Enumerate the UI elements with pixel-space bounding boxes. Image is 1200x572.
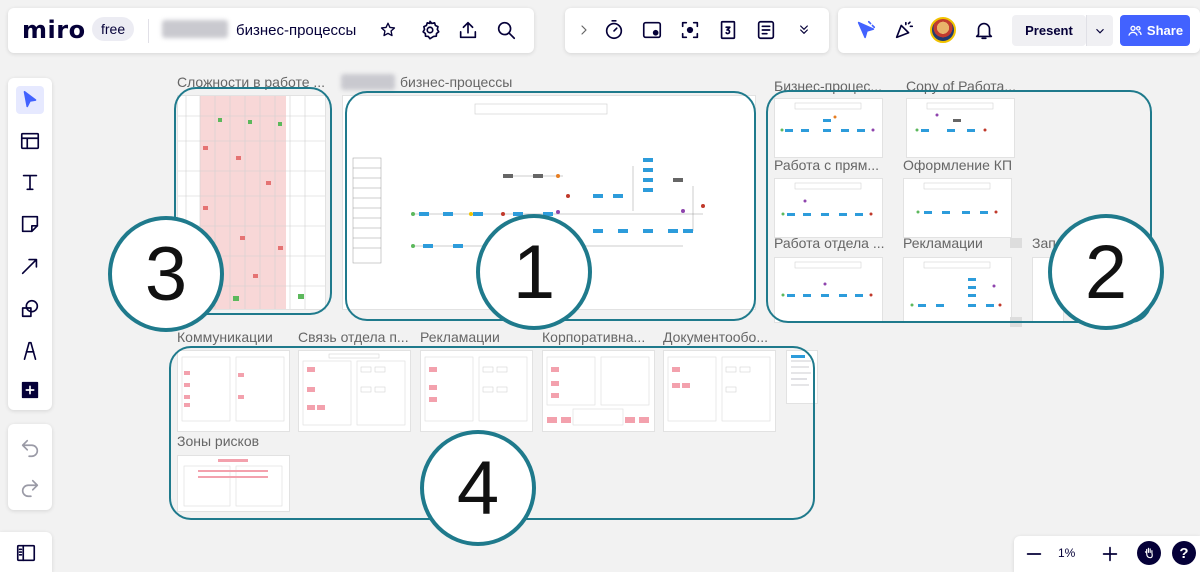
users-icon <box>1128 25 1142 36</box>
sticky-note-icon[interactable] <box>16 210 44 238</box>
chevron-double-down-icon[interactable] <box>790 16 818 44</box>
callout-1: 1 <box>476 214 592 330</box>
redo-icon[interactable] <box>16 474 44 502</box>
frame-label-f1-blurred <box>341 74 395 90</box>
zoom-out-icon[interactable] <box>1020 540 1048 568</box>
board-name[interactable]: бизнес-процессы <box>236 22 356 39</box>
callout-4: 4 <box>420 430 536 546</box>
divider <box>148 19 149 43</box>
board-name-blurred <box>162 20 228 38</box>
hand-icon[interactable] <box>1137 541 1161 565</box>
pen-icon[interactable] <box>16 336 44 364</box>
plan-badge[interactable]: free <box>92 17 135 41</box>
zoom-value[interactable]: 1% <box>1058 546 1075 560</box>
timer-icon[interactable] <box>600 16 628 44</box>
shapes-icon[interactable] <box>16 294 44 322</box>
callout-2: 2 <box>1048 214 1164 330</box>
celebrate-icon[interactable] <box>890 16 918 44</box>
frame-label-b1: Коммуникации <box>177 329 273 345</box>
share-button[interactable]: Share <box>1120 15 1190 46</box>
upload-icon[interactable] <box>454 16 482 44</box>
arrow-icon[interactable] <box>16 252 44 280</box>
present-button[interactable]: Present <box>1012 15 1086 46</box>
frame-label-b3: Рекламации <box>420 329 500 345</box>
undo-icon[interactable] <box>16 434 44 462</box>
select-icon[interactable] <box>16 86 44 114</box>
focus-icon[interactable] <box>676 16 704 44</box>
miro-logo[interactable]: miro <box>22 16 86 44</box>
frame-label-b5: Документообо... <box>663 329 768 345</box>
share-label: Share <box>1146 23 1184 38</box>
sidebar-toggle-icon[interactable] <box>12 539 40 567</box>
bell-icon[interactable] <box>970 16 998 44</box>
calendar-icon[interactable] <box>714 16 742 44</box>
gear-icon[interactable] <box>416 16 444 44</box>
search-icon[interactable] <box>492 16 520 44</box>
text-icon[interactable] <box>16 168 44 196</box>
add-more-icon[interactable] <box>16 376 44 404</box>
card-icon[interactable] <box>638 16 666 44</box>
avatar[interactable] <box>930 17 956 43</box>
frame-label-b4: Корпоративна... <box>542 329 646 345</box>
help-icon[interactable]: ? <box>1172 541 1196 565</box>
zoom-in-icon[interactable] <box>1096 540 1124 568</box>
callout-3: 3 <box>108 216 224 332</box>
chevron-down-icon[interactable] <box>1086 15 1113 46</box>
chevron-right-icon[interactable] <box>570 16 598 44</box>
star-icon[interactable] <box>374 16 402 44</box>
frame-label-b2: Связь отдела п... <box>298 329 409 345</box>
frame-label-f1: бизнес-процессы <box>400 74 513 90</box>
reactions-icon[interactable] <box>852 16 880 44</box>
notes-icon[interactable] <box>752 16 780 44</box>
templates-icon[interactable] <box>16 127 44 155</box>
